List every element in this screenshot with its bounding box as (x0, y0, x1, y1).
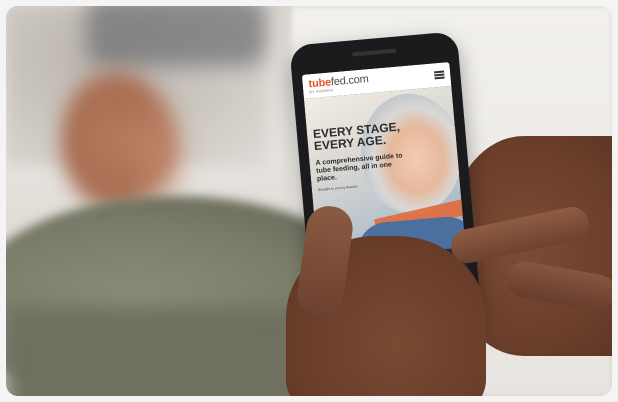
logo-subtitle: BY AVANOS (309, 88, 334, 95)
phone-speaker (352, 48, 397, 57)
child-astronaut-image (356, 89, 467, 218)
photo-scene: tubefed.com BY AVANOS EVERY STAGE, EVERY… (6, 6, 612, 396)
cushion (86, 6, 266, 66)
logo-rest: fed.com (330, 73, 370, 89)
site-logo[interactable]: tubefed.com (308, 73, 369, 90)
hamburger-icon[interactable] (434, 70, 445, 80)
